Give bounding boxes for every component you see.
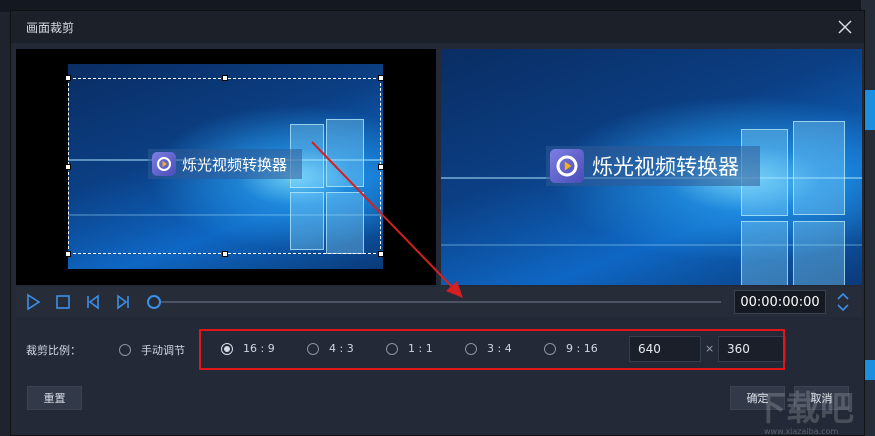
next-frame-icon[interactable] (114, 293, 132, 311)
time-display[interactable]: 00:00:00:00 (734, 290, 826, 314)
dialog-titlebar: 画面裁剪 (11, 11, 864, 43)
ratio-option-label: 手动调节 (141, 344, 185, 357)
play-icon[interactable] (24, 293, 42, 311)
output-preview: 烁光视频转换器 (441, 49, 862, 285)
watermark-logo: 下载吧 www.xiazaiba.com (752, 389, 854, 436)
play-circle-icon (550, 149, 584, 183)
crop-handle-right[interactable] (378, 164, 384, 170)
ratio-option-manual[interactable]: 手动调节 (119, 342, 185, 358)
app-logo-output: 烁光视频转换器 (546, 146, 760, 186)
annotation-highlight-box (199, 329, 785, 370)
playback-controls: 00:00:00:00 (16, 287, 862, 317)
timeline-track[interactable] (151, 301, 721, 303)
svg-text:www.xiazaiba.com: www.xiazaiba.com (764, 427, 838, 436)
crop-handle-left[interactable] (65, 164, 71, 170)
timeline-knob[interactable] (147, 295, 161, 309)
crop-handle-bottom-right[interactable] (378, 251, 384, 257)
logo-text-output: 烁光视频转换器 (592, 155, 739, 179)
reset-label: 重置 (43, 392, 66, 405)
close-icon[interactable] (834, 16, 856, 38)
previous-frame-icon[interactable] (84, 293, 102, 311)
svg-text:下载吧: 下载吧 (752, 389, 854, 429)
crop-dialog: 画面裁剪 烁光视频转换器 烁光视频转换器 00:00:00:00 裁剪比例： 手… (10, 10, 865, 436)
crop-handle-top-left[interactable] (65, 75, 71, 81)
radio-circle (119, 344, 131, 356)
crop-ratio-label: 裁剪比例： (26, 344, 81, 357)
reset-button[interactable]: 重置 (27, 386, 82, 410)
crop-handle-top[interactable] (222, 75, 228, 81)
crop-handle-bottom[interactable] (222, 251, 228, 257)
stop-icon[interactable] (54, 293, 72, 311)
output-video-frame: 烁光视频转换器 (441, 49, 862, 285)
crop-handle-bottom-left[interactable] (65, 251, 71, 257)
time-value: 00:00:00:00 (740, 294, 820, 310)
time-stepper-icon[interactable] (834, 290, 852, 314)
source-preview: 烁光视频转换器 (16, 49, 436, 285)
crop-handle-top-right[interactable] (378, 75, 384, 81)
crop-frame[interactable] (65, 75, 384, 257)
dialog-title: 画面裁剪 (26, 21, 75, 35)
